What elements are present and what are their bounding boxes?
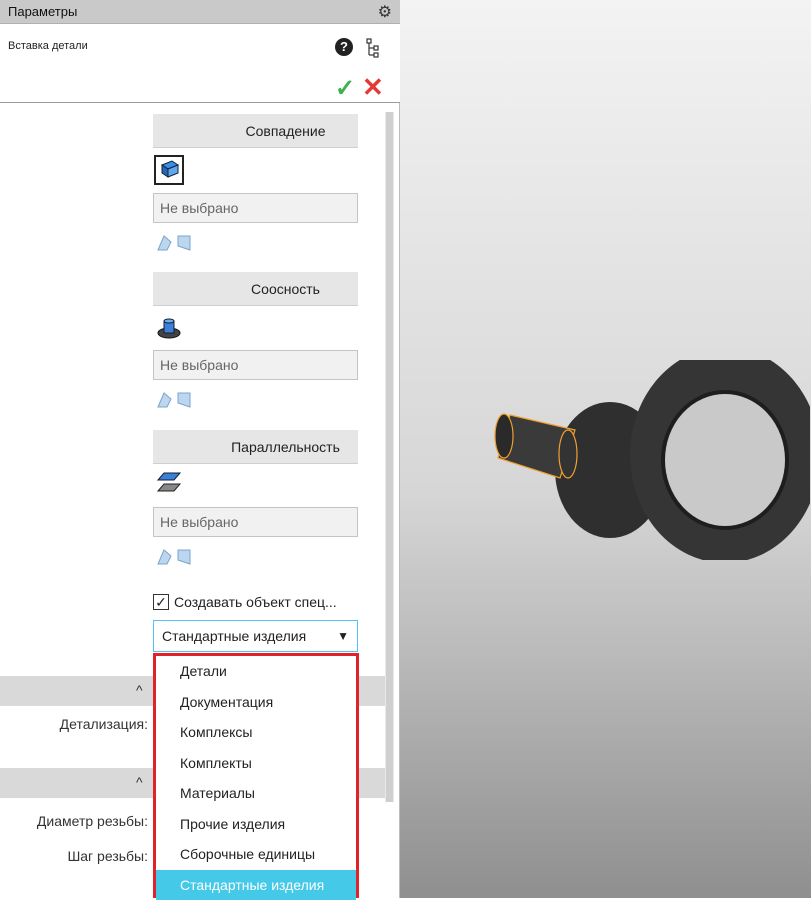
parallel-icon[interactable] bbox=[156, 470, 182, 494]
dropdown-option-selected[interactable]: Стандартные изделия bbox=[156, 870, 356, 900]
spec-section-selected-value: Стандартные изделия bbox=[162, 628, 306, 644]
thread-diameter-label: Диаметр резьбы: bbox=[10, 813, 148, 829]
cancel-icon[interactable]: ✕ bbox=[362, 72, 384, 103]
coaxial-direction-icons[interactable] bbox=[155, 389, 195, 411]
spec-section-dropdown[interactable]: Детали Документация Комплексы Комплекты … bbox=[153, 653, 359, 898]
panel-title: Параметры bbox=[8, 4, 77, 19]
scrollbar-thumb[interactable] bbox=[386, 112, 393, 802]
dropdown-option[interactable]: Детали bbox=[156, 656, 356, 687]
parallel-selection-field[interactable]: Не выбрано bbox=[153, 507, 358, 537]
parameters-panel: Параметры ⚙ Вставка детали ? ✓ ✕ Совпаде… bbox=[0, 0, 400, 898]
dropdown-option[interactable]: Материалы bbox=[156, 778, 356, 809]
dropdown-option[interactable]: Сборочные единицы bbox=[156, 839, 356, 870]
detail-label: Детализация: bbox=[40, 716, 148, 732]
coincidence-direction-icons[interactable] bbox=[155, 232, 195, 254]
chevron-down-icon: ▼ bbox=[337, 621, 349, 651]
operation-name: Вставка детали bbox=[8, 40, 88, 52]
dropdown-option[interactable]: Комплексы bbox=[156, 717, 356, 748]
operation-header: Вставка детали ? ✓ ✕ bbox=[0, 24, 400, 103]
eye-bolt-model[interactable] bbox=[480, 360, 810, 560]
spec-section-select[interactable]: Стандартные изделия ▼ bbox=[153, 620, 358, 652]
3d-viewport[interactable] bbox=[400, 0, 811, 898]
ok-icon[interactable]: ✓ bbox=[335, 74, 355, 103]
coincidence-selection-field[interactable]: Не выбрано bbox=[153, 193, 358, 223]
create-spec-object-row[interactable]: ✓ Создавать объект спец... bbox=[153, 590, 337, 614]
constraint-parallel-button[interactable]: Параллельность bbox=[153, 430, 358, 464]
constraint-coincidence-button[interactable]: Совпадение bbox=[153, 114, 358, 148]
help-icon[interactable]: ? bbox=[335, 38, 353, 56]
chevron-up-icon[interactable]: ^ bbox=[136, 682, 143, 698]
parallel-direction-icons[interactable] bbox=[155, 546, 195, 568]
dropdown-option[interactable]: Комплекты bbox=[156, 748, 356, 779]
create-spec-object-checkbox[interactable]: ✓ bbox=[153, 594, 169, 610]
tree-icon[interactable] bbox=[366, 38, 380, 58]
coincidence-icon[interactable] bbox=[154, 155, 184, 185]
dropdown-option[interactable]: Документация bbox=[156, 687, 356, 718]
create-spec-object-label: Создавать объект спец... bbox=[174, 594, 337, 610]
coaxial-icon[interactable] bbox=[156, 315, 182, 341]
chevron-up-icon[interactable]: ^ bbox=[136, 774, 143, 790]
constraint-coaxial-button[interactable]: Соосность bbox=[153, 272, 358, 306]
thread-pitch-label: Шаг резьбы: bbox=[40, 848, 148, 864]
coaxial-selection-field[interactable]: Не выбрано bbox=[153, 350, 358, 380]
gear-icon[interactable]: ⚙ bbox=[378, 2, 392, 22]
dropdown-option[interactable]: Прочие изделия bbox=[156, 809, 356, 840]
panel-titlebar: Параметры ⚙ bbox=[0, 0, 400, 24]
